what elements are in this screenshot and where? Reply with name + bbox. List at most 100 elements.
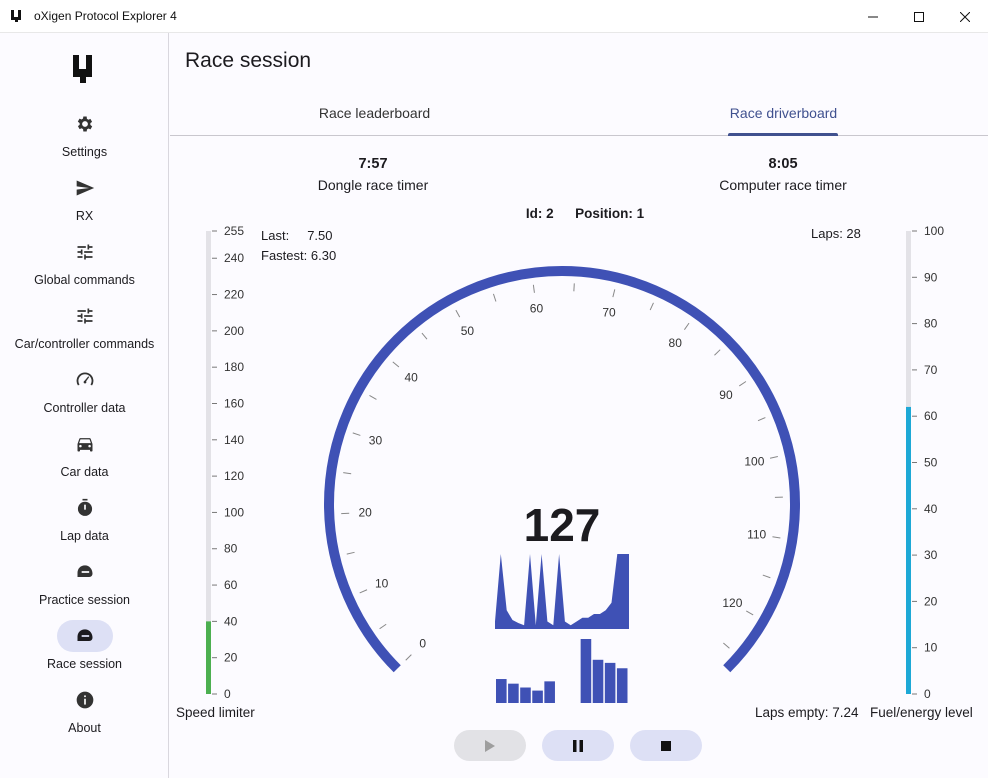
sidebar-item-lap-data[interactable]: Lap data (0, 492, 169, 556)
gauge-label: 80 (669, 336, 683, 350)
car-icon (77, 438, 93, 452)
main-content: Race session Race leaderboard Race drive… (170, 33, 988, 778)
gauge-tick-label: 10 (924, 641, 938, 655)
gauge-minor-tick (769, 456, 778, 459)
gauge-minor-tick (612, 289, 616, 298)
driver-id: Id: 2 (525, 206, 554, 221)
gauge-minor-tick (757, 417, 766, 422)
page-title: Race session (185, 49, 312, 72)
gauge-tick-label: 80 (224, 542, 238, 556)
gauge-tick-label: 0 (924, 687, 931, 701)
gauge-minor-tick (343, 472, 352, 475)
gauge-label: 70 (602, 306, 616, 320)
minimize-icon (868, 16, 878, 17)
play-icon (485, 739, 495, 752)
sidebar-item-car-data[interactable]: Car data (0, 428, 169, 492)
lap-bar (520, 687, 531, 703)
gauge-minor-tick (379, 623, 387, 630)
gauge-minor-tick (405, 654, 412, 661)
app-logo-icon (73, 55, 92, 83)
sidebar-item-car-controller-commands[interactable]: Car/controller commands (0, 300, 169, 364)
maximize-button[interactable] (896, 0, 942, 33)
driver-id-position: Id: 2 Position: 1 (470, 206, 700, 221)
sidebar-item-about[interactable]: About (0, 684, 169, 748)
app-logo-icon (11, 10, 21, 22)
tab-race-leaderboard[interactable]: Race leaderboard (170, 93, 579, 136)
gauge-minor-tick (455, 309, 461, 318)
fuel-level-label: Fuel/energy level (870, 705, 973, 720)
lap-bar (496, 679, 507, 703)
sidebar-item-settings[interactable]: Settings (0, 108, 169, 172)
tab-indicator (728, 133, 838, 136)
helmet-icon (77, 629, 93, 641)
lap-bar (592, 659, 604, 703)
driver-position: Position: 1 (575, 206, 645, 221)
gauge-minor-tick (684, 322, 690, 330)
minimize-button[interactable] (850, 0, 896, 33)
gauge-minor-tick (723, 642, 730, 649)
tune-icon (77, 308, 93, 324)
tab-race-driverboard[interactable]: Race driverboard (579, 93, 988, 136)
stop-icon (661, 740, 671, 751)
computer-timer-label: Computer race timer (719, 177, 847, 193)
gauge-tick-label: 200 (224, 324, 244, 338)
gauge-tick-label: 20 (224, 651, 238, 665)
gauge-minor-tick (649, 302, 654, 311)
speed-limiter-label: Speed limiter (176, 705, 255, 720)
play-button[interactable] (454, 730, 526, 761)
gear-icon (77, 116, 93, 132)
gauge-label: 120 (722, 596, 742, 610)
sidebar-item-practice-session[interactable]: Practice session (0, 556, 169, 620)
tune-icon (77, 244, 93, 260)
gauge-minor-tick (772, 536, 781, 539)
gauge-fill (206, 621, 211, 694)
gauge-label: 100 (744, 455, 764, 469)
gauge-tick-label: 100 (224, 505, 244, 519)
lap-bar (532, 690, 543, 703)
gauge-tick-label: 180 (224, 360, 244, 374)
speed-radial-gauge: 0 10 20 30 40 50 60 70 80 90 100 110 120 127 (324, 266, 800, 703)
dongle-timer-label: Dongle race timer (317, 177, 429, 193)
gauge-tick-label: 50 (924, 456, 938, 470)
gauge-tick-label: 20 (924, 594, 938, 608)
gauge-minor-tick (739, 381, 747, 387)
gauge-tick-label: 30 (924, 548, 938, 562)
gauge-minor-tick (745, 610, 754, 616)
computer-timer-value: 8:05 (768, 156, 798, 172)
gauge-tick-label: 160 (224, 396, 244, 410)
gauge-minor-tick (762, 574, 771, 579)
laps-count: Laps: 28 (811, 226, 861, 241)
tab-bar: Race leaderboard Race driverboard (170, 93, 988, 136)
gauge-label: 30 (369, 434, 383, 448)
lap-bar (544, 681, 555, 703)
gauge-tick-label: 240 (224, 251, 244, 265)
lap-bar (508, 683, 519, 703)
gauge-tick-label: 60 (924, 409, 938, 423)
gauge-tick-label: 80 (924, 317, 938, 331)
stop-button[interactable] (630, 730, 702, 761)
sidebar-item-global-commands[interactable]: Global commands (0, 236, 169, 300)
gauge-minor-tick (369, 395, 377, 400)
close-icon (960, 11, 970, 22)
close-button[interactable] (942, 0, 988, 33)
sidebar-item-rx[interactable]: RX (0, 172, 169, 236)
pause-button[interactable] (542, 730, 614, 761)
window-title: oXigen Protocol Explorer 4 (34, 9, 177, 23)
fastest-lap-label: Fastest: (261, 248, 308, 263)
lap-bar (580, 639, 592, 703)
maximize-icon (914, 11, 924, 22)
navigation-rail: Settings RX Global commands Car/controll… (0, 33, 169, 778)
gauge-tick-label: 255 (224, 224, 244, 238)
gauge-minor-tick (359, 589, 368, 594)
gauge-tick-label: 120 (224, 469, 244, 483)
info-icon (76, 691, 94, 709)
speed-limiter-gauge: 255240220200180160140120100806040200 (206, 224, 244, 701)
send-icon (76, 180, 95, 196)
gauge-tick-label: 100 (924, 224, 944, 238)
gauge-minor-tick (352, 432, 361, 436)
gauge-minor-tick (421, 332, 428, 340)
sidebar-item-race-session[interactable]: Race session (0, 620, 169, 684)
gauge-tick-label: 60 (224, 578, 238, 592)
dongle-race-timer: 7:57 Dongle race timer (253, 156, 493, 193)
sidebar-item-controller-data[interactable]: Controller data (0, 364, 169, 428)
